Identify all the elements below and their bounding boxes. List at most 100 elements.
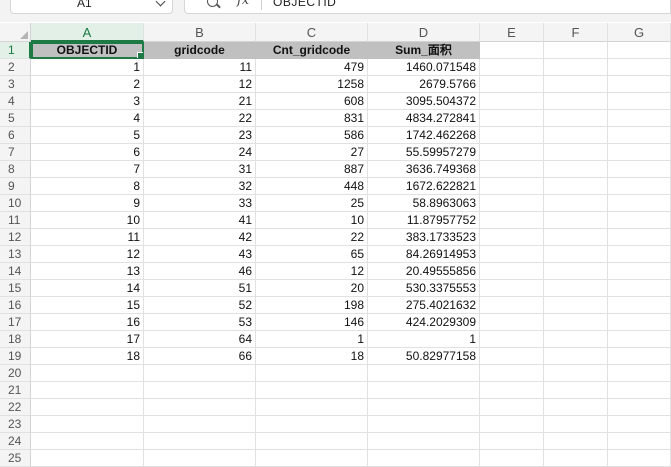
data-cell[interactable]: 27: [256, 144, 368, 161]
empty-cell[interactable]: [480, 195, 544, 212]
empty-cell[interactable]: [256, 382, 368, 399]
empty-cell[interactable]: [544, 348, 608, 365]
empty-cell[interactable]: [544, 127, 608, 144]
data-cell[interactable]: 50.82977158: [368, 348, 480, 365]
row-header[interactable]: 7: [0, 144, 31, 161]
empty-cell[interactable]: [480, 433, 544, 450]
data-cell[interactable]: 25: [256, 195, 368, 212]
data-cell[interactable]: 7: [31, 161, 144, 178]
data-cell[interactable]: 11.87957752: [368, 212, 480, 229]
row-header[interactable]: 3: [0, 76, 31, 93]
data-cell[interactable]: 12: [256, 263, 368, 280]
empty-cell[interactable]: [544, 263, 608, 280]
empty-cell[interactable]: [144, 382, 256, 399]
data-cell[interactable]: 41: [144, 212, 256, 229]
empty-cell[interactable]: [608, 93, 671, 110]
empty-cell[interactable]: [608, 365, 671, 382]
empty-cell[interactable]: [608, 161, 671, 178]
formula-value[interactable]: OBJECTID: [273, 0, 336, 11]
row-header[interactable]: 11: [0, 212, 31, 229]
empty-cell[interactable]: [544, 93, 608, 110]
empty-cell[interactable]: [544, 212, 608, 229]
data-cell[interactable]: 10: [256, 212, 368, 229]
row-header[interactable]: 8: [0, 161, 31, 178]
empty-cell[interactable]: [480, 212, 544, 229]
empty-cell[interactable]: [544, 246, 608, 263]
empty-cell[interactable]: [544, 314, 608, 331]
data-cell[interactable]: 42: [144, 229, 256, 246]
empty-cell[interactable]: [31, 382, 144, 399]
row-header[interactable]: 4: [0, 93, 31, 110]
row-header[interactable]: 15: [0, 280, 31, 297]
row-header[interactable]: 23: [0, 416, 31, 433]
empty-cell[interactable]: [544, 382, 608, 399]
data-cell[interactable]: 12: [144, 76, 256, 93]
data-cell[interactable]: 20.49555856: [368, 263, 480, 280]
data-cell[interactable]: 53: [144, 314, 256, 331]
empty-cell[interactable]: [31, 433, 144, 450]
row-header[interactable]: 12: [0, 229, 31, 246]
column-header-g[interactable]: G: [608, 23, 671, 42]
empty-cell[interactable]: [256, 433, 368, 450]
empty-cell[interactable]: [544, 450, 608, 467]
empty-cell[interactable]: [480, 246, 544, 263]
data-cell[interactable]: 65: [256, 246, 368, 263]
data-cell[interactable]: 11: [144, 59, 256, 76]
data-cell[interactable]: 52: [144, 297, 256, 314]
empty-cell[interactable]: [608, 76, 671, 93]
empty-cell[interactable]: [31, 416, 144, 433]
data-cell[interactable]: 18: [256, 348, 368, 365]
data-cell[interactable]: 479: [256, 59, 368, 76]
empty-cell[interactable]: [480, 127, 544, 144]
empty-cell[interactable]: [480, 229, 544, 246]
data-cell[interactable]: 10: [31, 212, 144, 229]
empty-cell[interactable]: [480, 297, 544, 314]
data-cell[interactable]: 1258: [256, 76, 368, 93]
empty-cell[interactable]: [608, 450, 671, 467]
empty-cell[interactable]: [608, 348, 671, 365]
data-cell[interactable]: 1: [368, 331, 480, 348]
empty-cell[interactable]: [608, 178, 671, 195]
data-cell[interactable]: 6: [31, 144, 144, 161]
empty-cell[interactable]: [544, 161, 608, 178]
empty-cell[interactable]: [480, 144, 544, 161]
data-cell[interactable]: 11: [31, 229, 144, 246]
empty-cell[interactable]: [144, 365, 256, 382]
empty-cell[interactable]: [144, 433, 256, 450]
column-header-e[interactable]: E: [480, 23, 544, 42]
row-header[interactable]: 10: [0, 195, 31, 212]
data-cell[interactable]: 20: [256, 280, 368, 297]
data-cell[interactable]: 448: [256, 178, 368, 195]
empty-cell[interactable]: [256, 450, 368, 467]
row-header[interactable]: 25: [0, 450, 31, 467]
data-cell[interactable]: 2679.5766: [368, 76, 480, 93]
header-cell[interactable]: OBJECTID: [31, 42, 144, 59]
data-cell[interactable]: 4834.272841: [368, 110, 480, 127]
data-cell[interactable]: 3636.749368: [368, 161, 480, 178]
empty-cell[interactable]: [544, 365, 608, 382]
empty-cell[interactable]: [256, 365, 368, 382]
data-cell[interactable]: 1: [256, 331, 368, 348]
row-header[interactable]: 1: [0, 42, 31, 59]
row-header[interactable]: 9: [0, 178, 31, 195]
empty-cell[interactable]: [608, 263, 671, 280]
data-cell[interactable]: 1742.462268: [368, 127, 480, 144]
data-cell[interactable]: 9: [31, 195, 144, 212]
row-header[interactable]: 22: [0, 399, 31, 416]
empty-cell[interactable]: [144, 416, 256, 433]
row-header[interactable]: 2: [0, 59, 31, 76]
row-header[interactable]: 5: [0, 110, 31, 127]
empty-cell[interactable]: [480, 399, 544, 416]
header-cell[interactable]: gridcode: [144, 42, 256, 59]
empty-cell[interactable]: [480, 263, 544, 280]
empty-cell[interactable]: [256, 416, 368, 433]
empty-cell[interactable]: [608, 382, 671, 399]
row-header[interactable]: 6: [0, 127, 31, 144]
row-header[interactable]: 18: [0, 331, 31, 348]
data-cell[interactable]: 22: [256, 229, 368, 246]
empty-cell[interactable]: [368, 416, 480, 433]
empty-cell[interactable]: [544, 59, 608, 76]
empty-cell[interactable]: [480, 110, 544, 127]
formula-input[interactable]: fx OBJECTID: [184, 0, 671, 14]
empty-cell[interactable]: [368, 450, 480, 467]
